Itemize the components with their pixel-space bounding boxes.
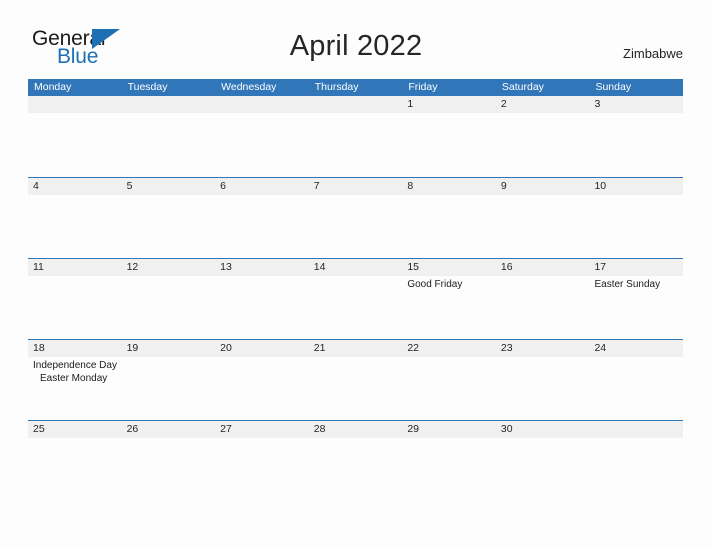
calendar-day-cell-empty [309,96,403,177]
calendar-day-cell[interactable]: 20 [215,340,309,420]
day-number: 4 [33,180,39,192]
day-number: 9 [500,180,507,192]
day-number: 30 [500,423,513,435]
calendar-day-cell[interactable]: 3 [589,96,683,177]
calendar-week-row: 4 5 6 7 8 9 10 [28,177,683,258]
calendar-day-cell[interactable]: 11 [28,259,122,339]
calendar-day-cell[interactable]: 25 [28,421,122,501]
day-number: 5 [126,180,133,192]
calendar-week-cells: 4 5 6 7 8 9 10 [28,178,683,258]
calendar-day-cell[interactable]: 21 [309,340,403,420]
day-number: 22 [407,342,419,354]
calendar-day-cell[interactable]: 17 Easter Sunday [589,259,683,339]
day-number: 20 [220,342,232,354]
day-number: 2 [500,98,507,110]
day-number: 8 [407,180,414,192]
calendar-day-cell[interactable]: 30 [496,421,590,501]
weekday-header-tuesday: Tuesday [127,81,168,93]
day-number: 14 [313,261,326,273]
weekday-header-wednesday: Wednesday [221,81,277,93]
day-number: 18 [33,342,45,354]
day-number: 11 [33,261,44,273]
day-number: 3 [594,98,601,110]
holiday-label: Good Friday [407,279,463,290]
calendar-day-cell[interactable]: 9 [496,178,590,258]
calendar-day-cell[interactable]: 23 [496,340,590,420]
calendar-day-cell[interactable]: 15 Good Friday [402,259,496,339]
day-events: Good Friday [407,276,491,291]
calendar-day-cell[interactable]: 22 [402,340,496,420]
calendar-day-cell[interactable]: 1 [402,96,496,177]
calendar-day-cell[interactable]: 8 [402,178,496,258]
calendar-weeks: 1 2 3 4 5 6 7 8 9 10 11 12 13 14 15 Good Friday 16 17 East… [28,96,683,501]
calendar-week-cells: 1 2 3 [28,96,683,177]
calendar-day-cell[interactable]: 14 [309,259,403,339]
day-number: 12 [126,261,139,273]
calendar-day-cell[interactable]: 24 [589,340,683,420]
calendar-day-cell-empty [215,96,309,177]
day-number: 13 [220,261,232,273]
day-number: 23 [500,342,513,354]
day-number: 7 [313,180,320,192]
day-number: 15 [407,261,419,273]
calendar-day-cell[interactable]: 5 [122,178,216,258]
day-number: 1 [407,98,414,110]
calendar-day-cell[interactable]: 2 [496,96,590,177]
calendar-day-cell[interactable]: 26 [122,421,216,501]
weekday-header-row: Monday Tuesday Wednesday Thursday Friday… [28,79,683,96]
calendar-week-row: 18 Independence Day Easter Monday 19 20 21 22 2… [28,339,683,420]
weekday-header-sunday: Sunday [595,81,632,93]
day-number: 21 [313,342,326,354]
day-number: 28 [313,423,326,435]
calendar-day-cell[interactable]: 4 [28,178,122,258]
day-number: 29 [407,423,419,435]
calendar-day-cell[interactable]: 16 [496,259,590,339]
day-number: 16 [500,261,513,273]
country-label: Zimbabwe [623,46,683,61]
calendar-day-cell-empty [28,96,122,177]
calendar-day-cell[interactable]: 28 [309,421,403,501]
calendar-day-cell[interactable]: 19 [122,340,216,420]
calendar-week-row: 11 12 13 14 15 Good Friday 16 17 Easter Sunday [28,258,683,339]
calendar-week-row: 1 2 3 [28,96,683,177]
calendar-week-cells: 25 26 27 28 29 30 [28,421,683,501]
calendar-day-cell[interactable]: 13 [215,259,309,339]
calendar-day-cell[interactable]: 29 [402,421,496,501]
weekday-header-friday: Friday [408,81,438,93]
day-events: Independence Day Easter Monday [33,357,117,385]
weekday-header-thursday: Thursday [314,81,359,93]
calendar-day-cell[interactable]: 12 [122,259,216,339]
day-events: Easter Sunday [594,276,678,291]
day-number: 27 [220,423,232,435]
calendar-day-cell[interactable]: 7 [309,178,403,258]
page-title: April 2022 [289,30,423,62]
day-number: 24 [594,342,607,354]
day-number: 17 [594,261,607,273]
day-number: 10 [594,180,607,192]
calendar-day-cell[interactable]: 6 [215,178,309,258]
day-number: 19 [126,342,139,354]
day-number: 6 [220,180,226,192]
weekday-header-monday: Monday [34,81,72,93]
calendar-day-cell[interactable]: 27 [215,421,309,501]
calendar-week-row: 25 26 27 28 29 30 [28,420,683,501]
calendar-day-cell[interactable]: 18 Independence Day Easter Monday [28,340,122,420]
holiday-label: Easter Monday [40,373,108,384]
calendar-grid: Monday Tuesday Wednesday Thursday Friday… [28,79,683,501]
holiday-label: Independence Day [33,360,117,371]
day-number: 26 [126,423,139,435]
calendar-week-cells: 11 12 13 14 15 Good Friday 16 17 Easter Sunday [28,259,683,339]
calendar-week-cells: 18 Independence Day Easter Monday 19 20 21 22 2… [28,340,683,420]
holiday-label: Easter Sunday [594,279,661,290]
page-header: General Blue April 2022 Zimbabwe [0,0,712,79]
weekday-header-saturday: Saturday [501,81,544,93]
calendar-day-cell-empty [122,96,216,177]
calendar-page: General Blue April 2022 Zimbabwe Monday … [0,0,712,550]
day-number: 25 [33,423,45,435]
calendar-day-cell-empty [589,421,683,501]
calendar-day-cell[interactable]: 10 [589,178,683,258]
